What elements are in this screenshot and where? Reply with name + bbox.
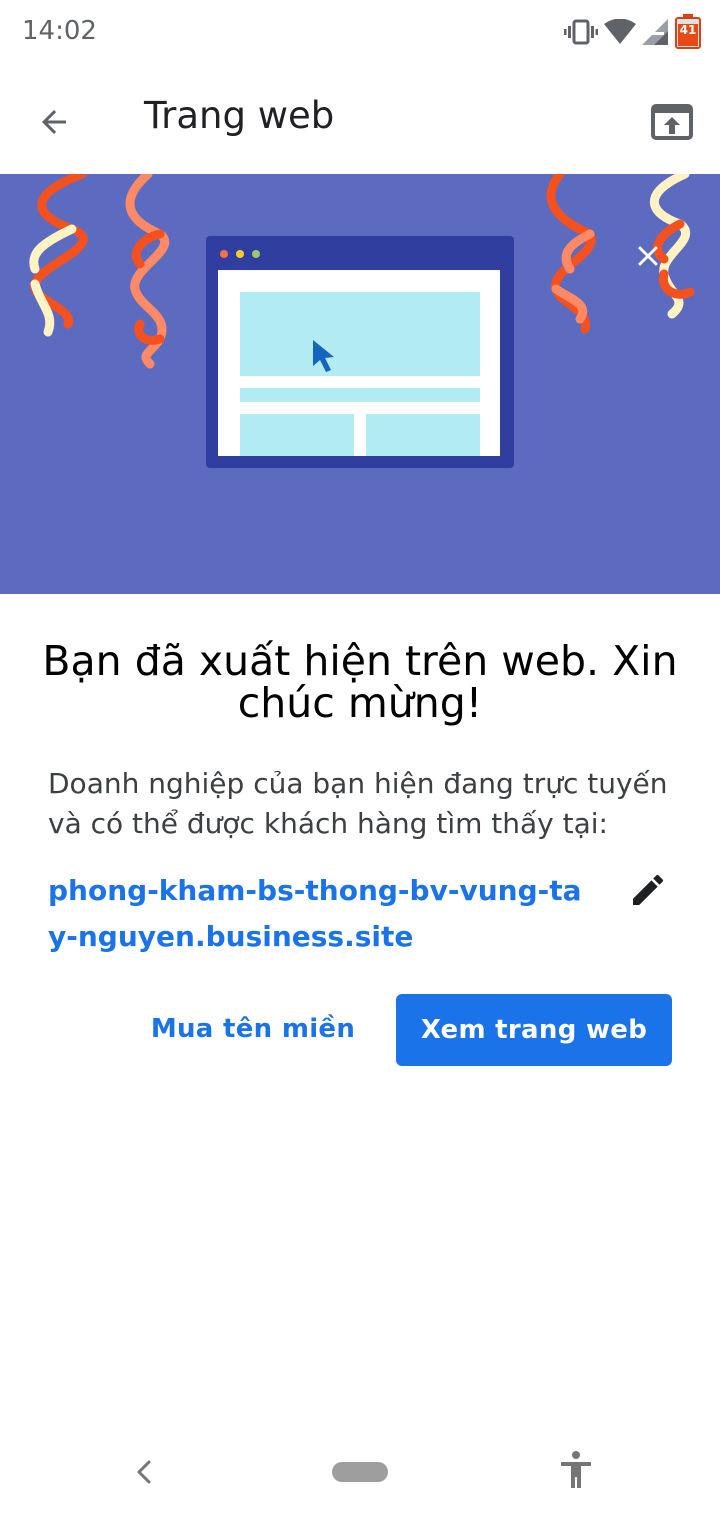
buy-domain-button[interactable]: Mua tên miền [140,994,366,1064]
signal-icon [642,19,668,45]
streamer-left-2 [125,174,170,369]
open-in-browser-button[interactable] [642,92,702,152]
edit-url-button[interactable] [620,862,676,918]
accessibility-icon [561,1451,591,1488]
status-bar: 14:02 41 [0,0,720,64]
system-nav-bar [0,1430,720,1520]
nav-back-button[interactable] [124,1452,164,1492]
pencil-icon [633,874,664,905]
streamer-left-1 [29,174,88,337]
status-icons: 41 [564,14,702,50]
wifi-icon [604,19,636,44]
celebration-banner [0,174,720,594]
browser-window-illustration [206,236,514,468]
open-in-browser-icon [651,104,693,140]
close-icon [638,246,658,266]
arrow-back-icon [42,110,66,134]
page-title: Trang web [144,94,335,137]
site-url-link[interactable]: phong-kham-bs-thong-bv-vung-tay-nguyen.b… [48,868,588,960]
battery-level: 41 [679,23,697,37]
nav-back-icon [137,1460,151,1484]
back-button[interactable] [26,94,82,150]
celebration-illustration [29,174,695,468]
status-time: 14:02 [22,16,97,46]
close-button[interactable] [618,226,678,286]
accessibility-button[interactable] [554,1448,598,1492]
headline: Bạn đã xuất hiện trên web. Xin chúc mừng… [42,637,678,727]
vibrate-icon [564,19,598,45]
battery-icon: 41 [674,14,702,50]
home-pill[interactable] [332,1462,388,1482]
app-bar: Trang web [0,64,720,174]
view-website-button[interactable]: Xem trang web [396,994,672,1066]
description-text: Doanh nghiệp của bạn hiện đang trực tuyế… [48,767,668,840]
streamer-right-1 [546,174,596,334]
